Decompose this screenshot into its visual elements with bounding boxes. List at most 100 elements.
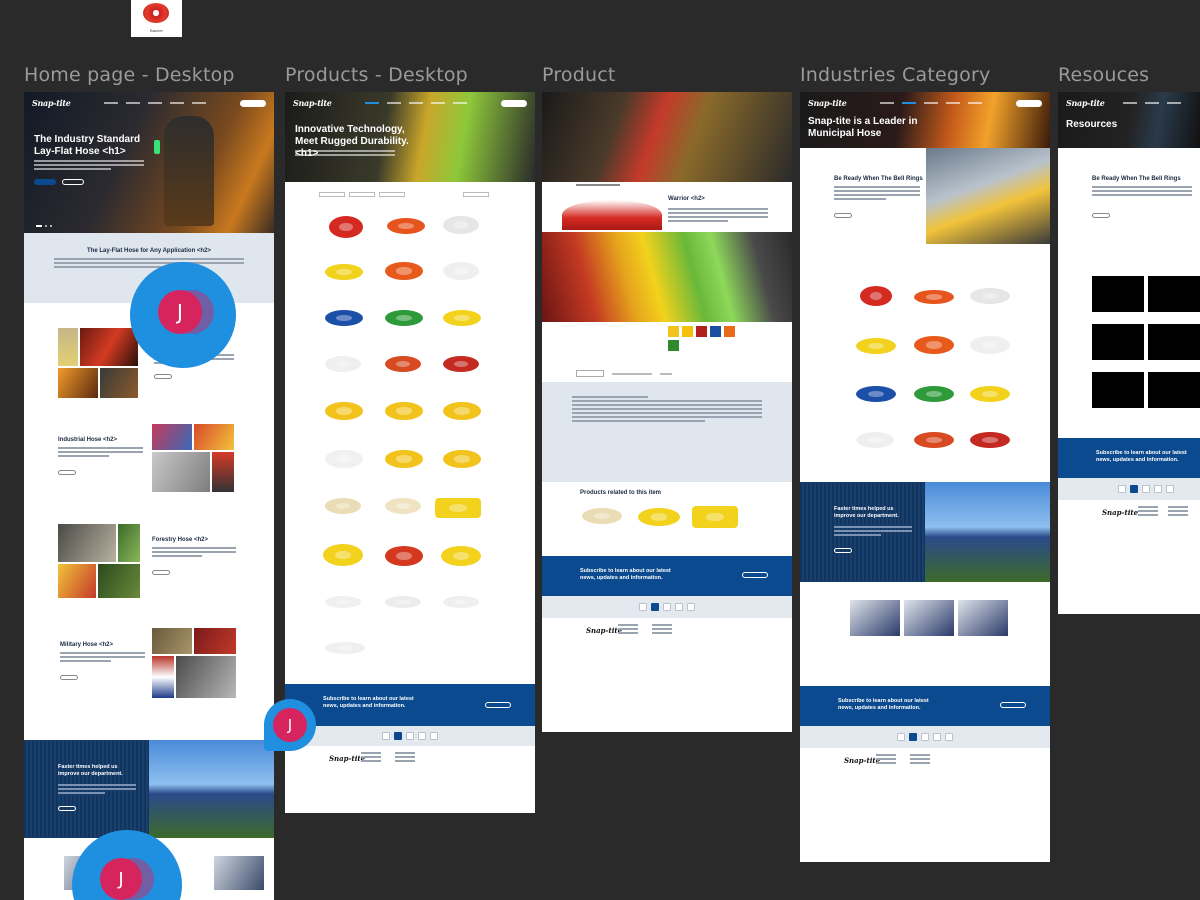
- bell-learn-more[interactable]: [834, 213, 852, 218]
- product-hose-item[interactable]: [385, 450, 423, 468]
- site-logo[interactable]: Snap-tite: [293, 98, 332, 108]
- tab-faq[interactable]: [660, 373, 672, 375]
- product-hose-item[interactable]: [385, 262, 423, 280]
- facebook-icon[interactable]: [1118, 485, 1126, 493]
- product-hose-item[interactable]: [443, 216, 479, 234]
- resource-card[interactable]: [1092, 324, 1144, 360]
- youtube-icon[interactable]: [406, 732, 414, 740]
- products-page-frame[interactable]: Snap-tite Innovative Technology, Meet Ru…: [285, 92, 535, 813]
- product-hose-item[interactable]: [914, 336, 954, 354]
- swatch-red[interactable]: [696, 326, 707, 337]
- product-hose-item[interactable]: [856, 432, 894, 448]
- related-product-item[interactable]: [638, 508, 680, 526]
- tiktok-icon[interactable]: [909, 733, 917, 741]
- industries-faster-button[interactable]: [834, 548, 852, 553]
- filter-select[interactable]: [349, 192, 375, 197]
- nav-cta-button[interactable]: [240, 99, 266, 107]
- product-hose-item[interactable]: [325, 596, 361, 608]
- product-hose-item[interactable]: [385, 356, 421, 372]
- secondary-button[interactable]: [62, 179, 84, 185]
- product-hose-item[interactable]: [914, 290, 954, 304]
- product-hose-item[interactable]: [970, 288, 1010, 304]
- facebook-icon[interactable]: [639, 603, 647, 611]
- resource-card[interactable]: [1148, 324, 1200, 360]
- product-hose-item[interactable]: [914, 386, 954, 402]
- product-hose-item[interactable]: [443, 450, 481, 468]
- youtube-icon[interactable]: [921, 733, 929, 741]
- news-card-image[interactable]: [958, 600, 1008, 636]
- instagram-icon[interactable]: [430, 732, 438, 740]
- product-hose-item[interactable]: [441, 546, 481, 566]
- product-hose-item[interactable]: [443, 596, 479, 608]
- product-hose-item[interactable]: [323, 544, 363, 566]
- footer-logo[interactable]: Snap-tite: [586, 626, 622, 635]
- resource-card[interactable]: [1092, 372, 1144, 408]
- filter-select[interactable]: [319, 192, 345, 197]
- product-hose-item[interactable]: [325, 642, 365, 654]
- subscribe-button[interactable]: [1000, 702, 1026, 708]
- product-hose-item[interactable]: [325, 356, 361, 372]
- swatch-gold[interactable]: [682, 326, 693, 337]
- product-hose-item[interactable]: [856, 386, 896, 402]
- military-learn-more[interactable]: [60, 675, 78, 680]
- related-product-item[interactable]: [692, 506, 738, 528]
- swatch-orange[interactable]: [724, 326, 735, 337]
- instagram-icon[interactable]: [1166, 485, 1174, 493]
- subscribe-button[interactable]: [742, 572, 768, 578]
- resource-card[interactable]: [1148, 276, 1200, 312]
- instagram-icon[interactable]: [687, 603, 695, 611]
- product-hose-item[interactable]: [914, 432, 954, 448]
- product-hose-item[interactable]: [443, 262, 479, 280]
- product-hose-item[interactable]: [443, 310, 481, 326]
- swatch-green[interactable]: [668, 340, 679, 351]
- product-hose-item[interactable]: [970, 386, 1010, 402]
- footer-logo[interactable]: Snap-tite: [1102, 508, 1138, 517]
- resource-card[interactable]: [1148, 372, 1200, 408]
- instagram-icon[interactable]: [945, 733, 953, 741]
- linkedin-icon[interactable]: [933, 733, 941, 741]
- news-card-image[interactable]: [904, 600, 954, 636]
- filter-select[interactable]: [379, 192, 405, 197]
- tiktok-icon[interactable]: [651, 603, 659, 611]
- site-logo[interactable]: Snap-tite: [808, 98, 847, 108]
- industrial-learn-more[interactable]: [58, 470, 76, 475]
- resources-learn-more[interactable]: [1092, 213, 1110, 218]
- subscribe-button[interactable]: [485, 702, 511, 708]
- facebook-icon[interactable]: [897, 733, 905, 741]
- primary-button[interactable]: [34, 179, 56, 185]
- footer-logo[interactable]: Snap-tite: [844, 756, 880, 765]
- product-hose-item[interactable]: [325, 450, 363, 468]
- product-hose-item[interactable]: [325, 264, 363, 280]
- product-hose-item[interactable]: [325, 310, 363, 326]
- tab-specs[interactable]: [612, 373, 652, 375]
- product-hose-item[interactable]: [970, 336, 1010, 354]
- resource-card[interactable]: [1092, 276, 1144, 312]
- swatch-yellow[interactable]: [668, 326, 679, 337]
- nav-cta-button[interactable]: [1016, 99, 1042, 107]
- product-hose-item[interactable]: [329, 216, 363, 238]
- linkedin-icon[interactable]: [418, 732, 426, 740]
- swatch-blue[interactable]: [710, 326, 721, 337]
- product-hose-item[interactable]: [443, 356, 479, 372]
- linkedin-icon[interactable]: [675, 603, 683, 611]
- collaborator-avatar[interactable]: J: [130, 262, 236, 368]
- product-hose-item[interactable]: [970, 432, 1010, 448]
- product-page-frame[interactable]: Warrior <h2> Products related to this it…: [542, 92, 792, 732]
- tiktok-icon[interactable]: [1130, 485, 1138, 493]
- site-logo[interactable]: Snap-tite: [1066, 98, 1105, 108]
- youtube-icon[interactable]: [1142, 485, 1150, 493]
- nav-cta-button[interactable]: [501, 99, 527, 107]
- product-hose-item[interactable]: [387, 218, 425, 234]
- frame-label-products[interactable]: Products - Desktop: [285, 64, 468, 86]
- tiktok-icon[interactable]: [394, 732, 402, 740]
- product-hose-item[interactable]: [385, 546, 423, 566]
- frame-label-resources[interactable]: Resouces: [1058, 64, 1149, 86]
- youtube-icon[interactable]: [663, 603, 671, 611]
- home-page-frame[interactable]: Snap-tite The Industry Standard Lay-Flat…: [24, 92, 274, 900]
- resources-page-frame[interactable]: Snap-tite Resources Be Ready When The Be…: [1058, 92, 1200, 614]
- fire-learn-more[interactable]: [154, 374, 172, 379]
- frame-label-industries[interactable]: Industries Category: [800, 64, 990, 86]
- product-hose-item[interactable]: [385, 402, 423, 420]
- product-hose-item[interactable]: [860, 286, 892, 306]
- linkedin-icon[interactable]: [1154, 485, 1162, 493]
